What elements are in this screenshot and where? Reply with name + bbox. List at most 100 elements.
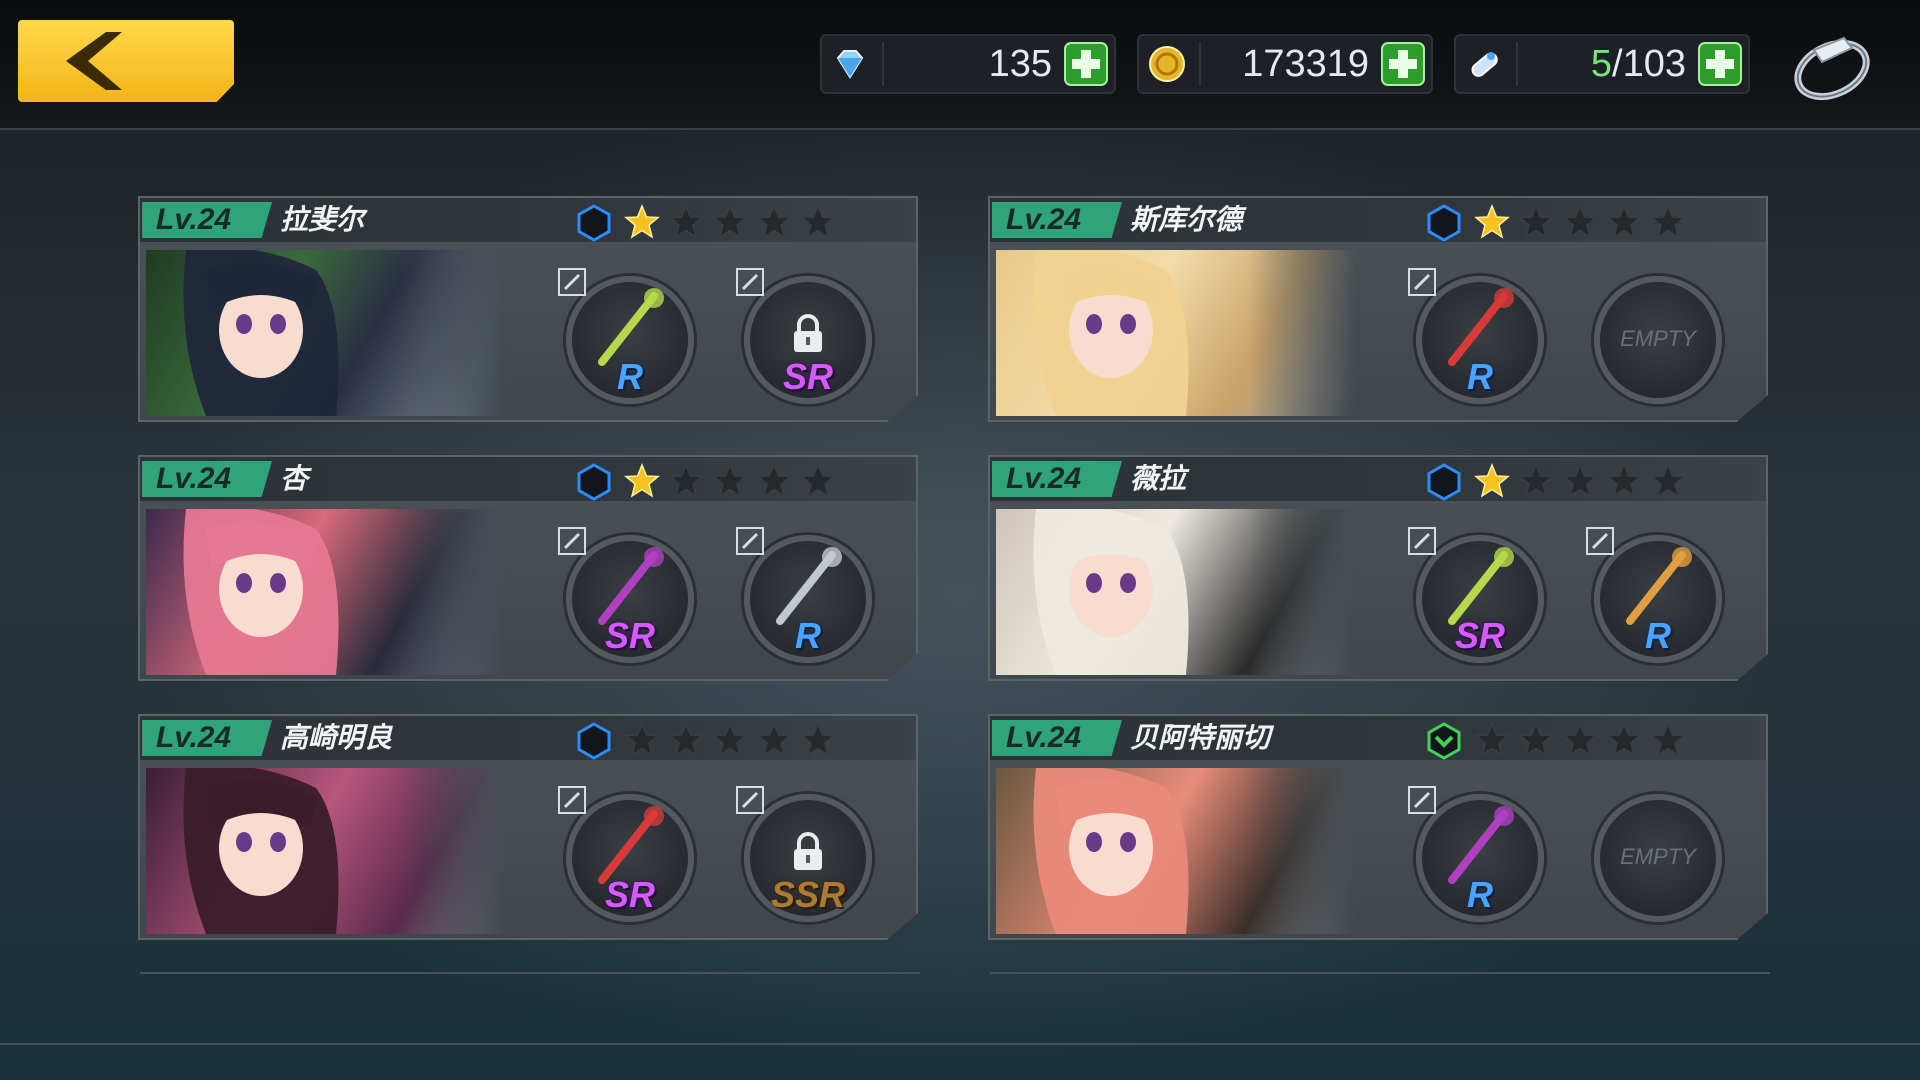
gem-counter: 135 xyxy=(820,34,1116,94)
character-name: 薇拉 xyxy=(1130,462,1187,495)
star-empty-icon xyxy=(1518,204,1554,239)
stamina-current: 5 xyxy=(1590,43,1613,85)
star-filled-icon xyxy=(1474,204,1510,239)
rarity-label: R xyxy=(1467,874,1493,915)
star-rating xyxy=(1474,463,1686,499)
equipment-slot[interactable]: SR xyxy=(736,268,880,412)
ring-icon[interactable] xyxy=(1790,28,1874,102)
star-empty-icon xyxy=(712,204,748,239)
card-header: Lv.24 拉斐尔 xyxy=(140,198,916,242)
rarity-label: SR xyxy=(604,615,655,656)
star-rating xyxy=(624,722,836,758)
star-filled-icon xyxy=(624,204,660,239)
empty-equipment-slot[interactable]: EMPTY xyxy=(1586,268,1730,412)
back-arrow-icon xyxy=(66,32,122,90)
lock-icon xyxy=(794,314,822,352)
class-hexagon-icon xyxy=(577,463,611,501)
next-card-edge xyxy=(140,972,920,980)
star-empty-icon xyxy=(756,204,792,239)
character-name: 贝阿特丽切 xyxy=(1130,721,1271,754)
star-empty-icon xyxy=(1650,463,1686,498)
add-gold-button[interactable] xyxy=(1381,42,1425,86)
rarity-label: R xyxy=(1645,615,1671,656)
card-header: Lv.24 高崎明良 xyxy=(140,716,916,760)
star-rating xyxy=(624,204,836,240)
star-empty-icon xyxy=(1518,722,1554,757)
character-portrait xyxy=(146,250,506,416)
stamina-value: 5/103 xyxy=(1591,42,1686,86)
character-card[interactable]: Lv.24 斯库尔德 R EMPTY xyxy=(988,196,1768,422)
character-card[interactable]: Lv.24 高崎明良 SR SSR xyxy=(138,714,918,940)
star-empty-icon xyxy=(624,722,660,757)
edit-icon[interactable] xyxy=(736,268,764,296)
star-empty-icon xyxy=(1650,722,1686,757)
character-portrait xyxy=(996,768,1356,934)
star-empty-icon xyxy=(756,722,792,757)
card-header: Lv.24 斯库尔德 xyxy=(990,198,1766,242)
equipment-slot[interactable]: SR xyxy=(558,527,702,671)
level-badge: Lv.24 xyxy=(142,720,272,756)
character-art xyxy=(183,768,339,934)
star-empty-icon xyxy=(1606,204,1642,239)
equipment-slot[interactable]: R xyxy=(558,268,702,412)
character-card[interactable]: Lv.24 拉斐尔 R SR xyxy=(138,196,918,422)
star-empty-icon xyxy=(712,463,748,498)
star-empty-icon xyxy=(800,204,836,239)
equipment-slot[interactable]: R xyxy=(1408,786,1552,930)
character-art xyxy=(183,250,339,416)
star-empty-icon xyxy=(1562,463,1598,498)
add-stamina-button[interactable] xyxy=(1698,42,1742,86)
rarity-label: R xyxy=(795,615,821,656)
character-portrait xyxy=(996,250,1356,416)
empty-label: EMPTY xyxy=(1620,326,1696,351)
character-card[interactable]: Lv.24 贝阿特丽切 R EMPTY xyxy=(988,714,1768,940)
star-rating xyxy=(1474,204,1686,240)
character-art xyxy=(183,509,339,675)
star-empty-icon xyxy=(668,204,704,239)
potion-icon xyxy=(1471,52,1498,77)
star-empty-icon xyxy=(1518,463,1554,498)
rarity-label: SR xyxy=(782,356,833,397)
star-empty-icon xyxy=(1650,204,1686,239)
equipment-slot[interactable]: R xyxy=(1408,268,1552,412)
empty-equipment-slot[interactable]: EMPTY xyxy=(1586,786,1730,930)
stamina-max: /103 xyxy=(1612,43,1686,85)
character-name: 高崎明良 xyxy=(280,721,393,754)
class-hexagon-icon xyxy=(1427,204,1461,242)
divider xyxy=(882,42,884,86)
edit-icon[interactable] xyxy=(736,786,764,814)
star-rating xyxy=(624,463,836,499)
equipment-slot[interactable]: SSR xyxy=(736,786,880,930)
equipment-slot[interactable]: SR xyxy=(1408,527,1552,671)
equipment-slot[interactable]: R xyxy=(1586,527,1730,671)
character-card[interactable]: Lv.24 杏 SR R xyxy=(138,455,918,681)
card-header: Lv.24 杏 xyxy=(140,457,916,501)
equipment-slot[interactable]: R xyxy=(736,527,880,671)
character-card[interactable]: Lv.24 薇拉 SR R xyxy=(988,455,1768,681)
class-hexagon-icon xyxy=(1427,463,1461,501)
card-header: Lv.24 贝阿特丽切 xyxy=(990,716,1766,760)
level-badge: Lv.24 xyxy=(142,202,272,238)
top-bar: 135 173319 5/103 xyxy=(0,0,1920,130)
gem-icon xyxy=(836,50,864,79)
rarity-label: SR xyxy=(1454,615,1505,656)
star-empty-icon xyxy=(668,463,704,498)
level-badge: Lv.24 xyxy=(992,461,1122,497)
character-art xyxy=(1033,509,1189,675)
rarity-label: R xyxy=(1467,356,1493,397)
rarity-label: SSR xyxy=(770,874,846,915)
back-button[interactable] xyxy=(18,20,234,102)
rarity-label: SR xyxy=(604,874,655,915)
empty-label: EMPTY xyxy=(1620,844,1696,869)
star-empty-icon xyxy=(800,722,836,757)
rarity-label: R xyxy=(617,356,643,397)
add-gems-button[interactable] xyxy=(1064,42,1108,86)
next-card-edge xyxy=(990,972,1770,980)
equipment-slot[interactable]: SR xyxy=(558,786,702,930)
level-badge: Lv.24 xyxy=(142,461,272,497)
coin-icon xyxy=(1149,46,1185,82)
level-badge: Lv.24 xyxy=(992,720,1122,756)
star-empty-icon xyxy=(1562,204,1598,239)
card-header: Lv.24 薇拉 xyxy=(990,457,1766,501)
divider xyxy=(1516,42,1518,86)
